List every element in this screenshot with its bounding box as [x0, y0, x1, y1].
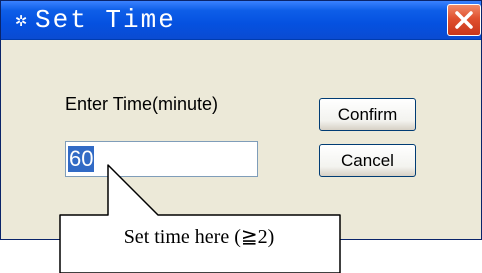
title-bar[interactable]: ✲ Set Time — [1, 1, 481, 40]
close-icon — [455, 11, 473, 29]
close-button[interactable] — [447, 4, 481, 36]
window-title: Set Time — [35, 5, 176, 35]
selected-time-value: 60 — [68, 146, 95, 172]
set-time-dialog: ✲ Set Time Enter Time(minute) 60 Confirm… — [0, 0, 482, 240]
time-label: Enter Time(minute) — [65, 94, 219, 114]
callout-text: Set time here (≧2) — [123, 226, 275, 248]
gear-icon: ✲ — [14, 12, 28, 30]
confirm-button[interactable]: Confirm — [319, 98, 416, 131]
cancel-button[interactable]: Cancel — [319, 144, 416, 177]
time-input[interactable]: 60 — [65, 141, 258, 177]
